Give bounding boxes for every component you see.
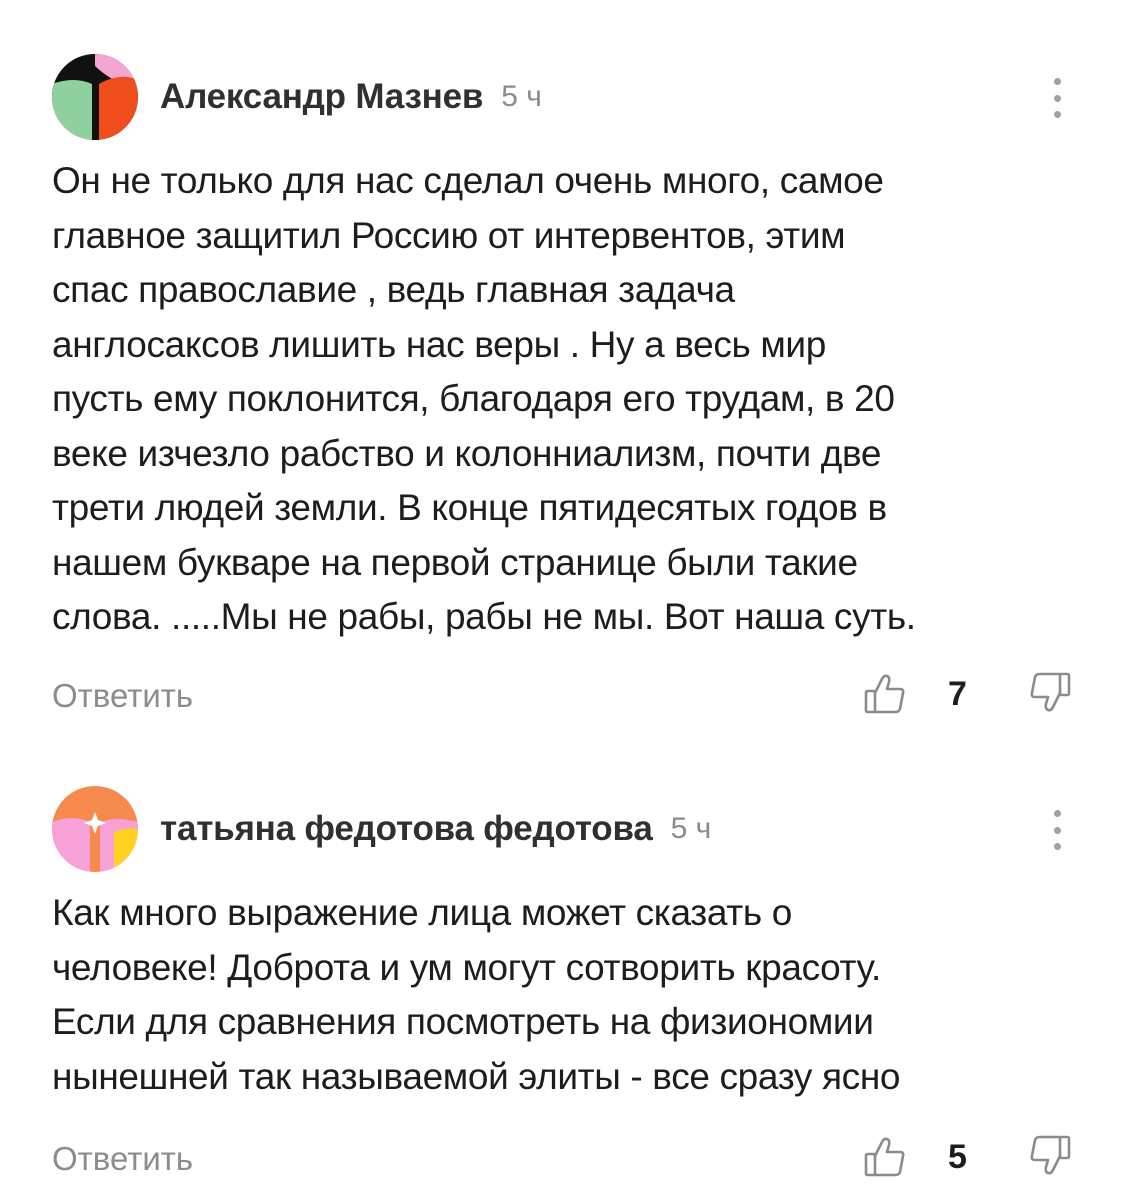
avatar-icon (52, 54, 138, 140)
more-dot (1053, 810, 1061, 817)
comment-text-line: трети людей земли. В конце пятидесятых г… (52, 487, 887, 528)
like-count: 5 (948, 1138, 967, 1176)
more-dot (1053, 843, 1061, 850)
comment-header: Александр Мазнев 5 ч (52, 54, 1082, 140)
reply-button[interactable]: Ответить (52, 677, 193, 715)
thumbs-down-icon (1030, 1135, 1071, 1175)
comment-text: Как много выражение лица может сказать о… (52, 886, 1082, 1104)
timestamp: 5 ч (501, 80, 542, 113)
comment-text-line: слова. .....Мы не рабы, рабы не мы. Вот … (52, 596, 916, 637)
comment-text-line: Если для сравнения посмотреть на физионо… (52, 1001, 874, 1042)
author-name[interactable]: татьяна федотова федотова (160, 809, 653, 849)
like-button[interactable] (863, 1134, 907, 1178)
avatar[interactable] (52, 786, 138, 872)
more-dot (1053, 826, 1061, 834)
more-dot (1053, 78, 1061, 85)
comment-text-line: главное защитил Россию от интервентов, э… (52, 214, 846, 256)
comment-footer: Ответить 7 (52, 667, 1082, 727)
like-button[interactable] (863, 671, 907, 715)
comment-text-line: человеке! Доброта и ум могут сотворить к… (52, 946, 881, 988)
comment-text-line: спас православие , ведь главная задача (52, 269, 735, 310)
comment-text-line: Как много выражение лица может сказать о (52, 892, 792, 933)
comment-text-line: веке изчезло рабство и колонниализм, поч… (52, 432, 882, 474)
avatar-icon (52, 786, 138, 872)
like-count: 7 (948, 674, 967, 713)
more-vertical-icon[interactable] (1050, 810, 1064, 850)
dislike-button[interactable] (1028, 671, 1072, 715)
more-dot (1053, 94, 1061, 102)
reply-button[interactable]: Ответить (52, 1140, 193, 1178)
comment-text: Он не только для нас сделал очень много,… (52, 154, 1082, 645)
thumbs-up-icon (864, 1137, 905, 1177)
comment-text-line: пусть ему поклонится, благодаря его труд… (52, 378, 895, 419)
comment-text-line: нынешней так называемой элиты - все сраз… (52, 1055, 901, 1097)
comment-text-line: нашем букваре на первой странице были та… (52, 541, 858, 583)
more-dot (1053, 111, 1061, 118)
thumbs-down-icon (1030, 672, 1071, 711)
comment-text-line: Он не только для нас сделал очень много,… (52, 160, 884, 201)
comment-header: татьяна федотова федотова 5 ч (52, 786, 1082, 872)
timestamp: 5 ч (670, 812, 712, 845)
avatar[interactable] (52, 54, 138, 140)
more-vertical-icon[interactable] (1050, 78, 1064, 118)
comment-text-line: англосаксов лишить нас веры . Ну а весь … (52, 323, 826, 365)
author-name[interactable]: Александр Мазнев (160, 77, 483, 117)
comment: татьяна федотова федотова 5 ч Как много … (52, 786, 1082, 1190)
thumbs-up-icon (864, 674, 905, 713)
dislike-button[interactable] (1028, 1134, 1072, 1178)
comment-footer: Ответить 5 (52, 1130, 1082, 1190)
comment: Александр Мазнев 5 ч Он не только для на… (52, 54, 1082, 727)
